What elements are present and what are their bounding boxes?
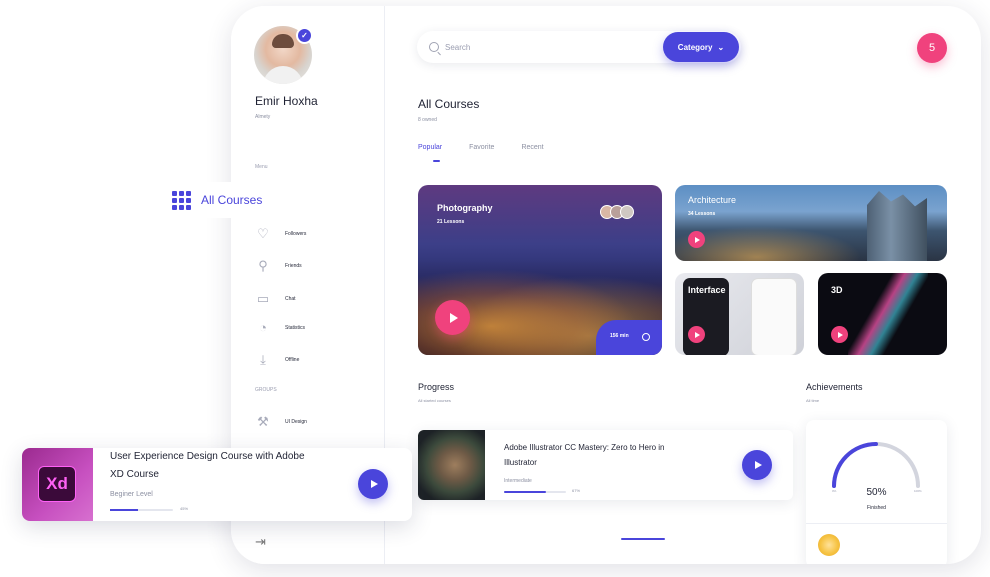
search-icon xyxy=(429,42,439,52)
neon-render-image xyxy=(848,273,928,355)
course-thumbnail xyxy=(418,430,485,500)
notification-badge[interactable]: 5 xyxy=(917,33,947,63)
course-level: Beginer Level xyxy=(110,491,153,498)
sidebar-item-label: Statistics xyxy=(285,325,306,331)
play-icon xyxy=(370,480,378,488)
course-tabs: Popular Favorite Recent xyxy=(418,144,571,162)
progress-title: Progress xyxy=(418,382,455,392)
play-icon xyxy=(694,236,700,243)
chat-icon: ▭ xyxy=(256,291,270,306)
tools-icon: ⚒ xyxy=(257,414,269,429)
page-subtitle: 8 owned xyxy=(418,117,437,123)
medal-icon xyxy=(818,534,840,556)
progress-fill xyxy=(110,509,139,511)
sidebar-item-ui-design[interactable]: ⚒ UI Design xyxy=(255,414,365,430)
course-level: Intermediate xyxy=(504,478,532,484)
course-title: 3D xyxy=(831,285,843,295)
sidebar-item-chat[interactable]: ▭ Chat xyxy=(255,291,365,307)
progress-bar xyxy=(504,491,566,493)
groups-section-label: GROUPS xyxy=(255,387,277,393)
clock-icon xyxy=(642,333,650,341)
adobe-xd-logo: Xd xyxy=(38,466,76,502)
divider xyxy=(806,523,947,524)
achievements-card: 0% 100% 50% Finished xyxy=(806,420,947,564)
course-card-3d[interactable]: 3D xyxy=(818,273,947,355)
progress-course-card[interactable]: Adobe Illustrator CC Mastery: Zero to He… xyxy=(418,430,793,500)
pager-indicator[interactable] xyxy=(621,538,665,540)
progress-fill xyxy=(504,491,546,493)
tab-popular[interactable]: Popular xyxy=(418,144,442,162)
play-button[interactable] xyxy=(831,326,848,343)
course-title: Architecture xyxy=(688,195,737,205)
duration-label: 156 min xyxy=(610,333,629,339)
sidebar-item-friends[interactable]: ⚲ Friends xyxy=(255,258,365,274)
course-title: Interface xyxy=(688,285,726,295)
course-card-interface[interactable]: Interface xyxy=(675,273,804,355)
course-lessons: 21 Lessons xyxy=(437,219,465,225)
participant-avatars xyxy=(600,205,634,219)
sidebar-item-followers[interactable]: ♡ Followers xyxy=(255,226,365,242)
sidebar-item-label: All Courses xyxy=(201,193,263,207)
sidebar-item-statistics[interactable]: ◔ Statistics xyxy=(255,320,365,336)
achievements-title: Achievements xyxy=(806,382,863,392)
play-button[interactable] xyxy=(688,326,705,343)
download-icon: ⤓ xyxy=(260,352,266,367)
floating-course-card[interactable]: Xd User Experience Design Course with Ad… xyxy=(22,448,412,521)
duration-badge: 156 min xyxy=(596,320,662,355)
course-title: User Experience Design Course with Adobe… xyxy=(110,451,305,480)
profile-name: Emir Hoxha xyxy=(255,94,318,108)
progress-percent: 45% xyxy=(180,506,189,511)
verified-check-icon: ✓ xyxy=(296,27,313,44)
tab-favorite[interactable]: Favorite xyxy=(469,144,494,151)
progress-subtitle: All started courses xyxy=(418,398,451,403)
chevron-down-icon: ⌄ xyxy=(717,42,725,52)
play-button[interactable] xyxy=(688,231,705,248)
play-icon xyxy=(449,312,458,323)
sidebar-item-offline[interactable]: ⤓ Offline xyxy=(255,352,365,368)
city-lights-image xyxy=(675,221,879,261)
pie-chart-icon: ◔ xyxy=(259,320,267,335)
course-title: Adobe Illustrator CC Mastery: Zero to He… xyxy=(504,443,665,467)
page-title: All Courses xyxy=(418,97,480,111)
grid-icon xyxy=(172,190,191,210)
course-lessons: 34 Lessons xyxy=(688,211,716,217)
sidebar-item-label: Chat xyxy=(285,296,296,302)
play-icon xyxy=(694,331,700,338)
sidebar-item-label: UI Design xyxy=(285,419,307,425)
friends-icon: ⚲ xyxy=(258,258,268,273)
progress-bar xyxy=(110,509,173,511)
avatar xyxy=(620,205,634,219)
skyscraper-image xyxy=(867,191,927,261)
search-input[interactable] xyxy=(445,42,645,52)
play-icon xyxy=(837,331,843,338)
gauge-track xyxy=(832,442,920,488)
logout-icon[interactable]: ⇥ xyxy=(255,534,271,550)
play-icon xyxy=(754,461,762,469)
play-button[interactable] xyxy=(358,469,388,499)
course-card-architecture[interactable]: Architecture 34 Lessons xyxy=(675,185,947,261)
tab-recent[interactable]: Recent xyxy=(521,144,543,151)
course-title: Photography xyxy=(437,203,493,213)
category-button[interactable]: Category ⌄ xyxy=(663,32,739,62)
achievements-subtitle: All time xyxy=(806,398,820,403)
sidebar-item-label: Friends xyxy=(285,263,302,269)
profile-role: Almety xyxy=(255,114,271,120)
gauge-value: 50% xyxy=(866,487,887,498)
menu-section-label: Menu xyxy=(255,164,268,170)
play-button[interactable] xyxy=(742,450,772,480)
gauge-fill xyxy=(832,442,878,488)
category-button-label: Category xyxy=(677,42,713,52)
gauge-label: Finished xyxy=(867,505,886,511)
sidebar-item-all-courses[interactable]: All Courses xyxy=(170,182,330,218)
play-button[interactable] xyxy=(435,300,470,335)
progress-percent: 67% xyxy=(572,488,581,493)
phone-mockup-light xyxy=(751,278,797,355)
course-thumbnail: Xd xyxy=(22,448,93,521)
course-card-photography[interactable]: Photography 21 Lessons 156 min xyxy=(418,185,662,355)
heart-icon: ♡ xyxy=(257,226,269,241)
sidebar-item-label: Offline xyxy=(285,357,300,363)
sidebar-item-label: Followers xyxy=(285,231,307,237)
